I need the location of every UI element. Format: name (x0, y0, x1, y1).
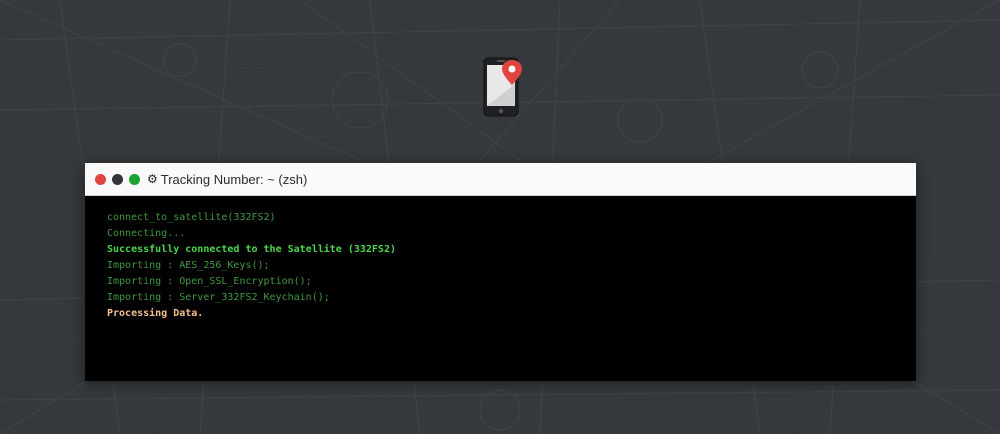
close-dot[interactable] (95, 173, 106, 185)
maximize-dot[interactable] (129, 173, 140, 185)
gear-icon: ⚙ (147, 172, 158, 186)
window-title: Tracking Number: ~ (zsh) (160, 171, 308, 187)
terminal-line: Successfully connected to the Satellite … (107, 244, 396, 255)
terminal-line: Importing : AES_256_Keys(); (107, 260, 270, 271)
phone-location-icon (483, 57, 522, 117)
terminal-line: Processing Data. (107, 308, 204, 319)
terminal-window: ⚙ Tracking Number: ~ (zsh) connect_to_sa… (85, 163, 916, 381)
terminal-line: connect_to_satellite(332FS2) (107, 212, 276, 223)
minimize-dot[interactable] (112, 173, 123, 185)
terminal-output[interactable]: connect_to_satellite(332FS2) Connecting.… (85, 196, 916, 381)
terminal-line: Connecting... (107, 228, 186, 239)
terminal-line: Importing : Server_332FS2_Keychain(); (107, 292, 330, 303)
terminal-titlebar: ⚙ Tracking Number: ~ (zsh) (85, 163, 916, 196)
terminal-line: Importing : Open_SSL_Encryption(); (107, 276, 312, 287)
